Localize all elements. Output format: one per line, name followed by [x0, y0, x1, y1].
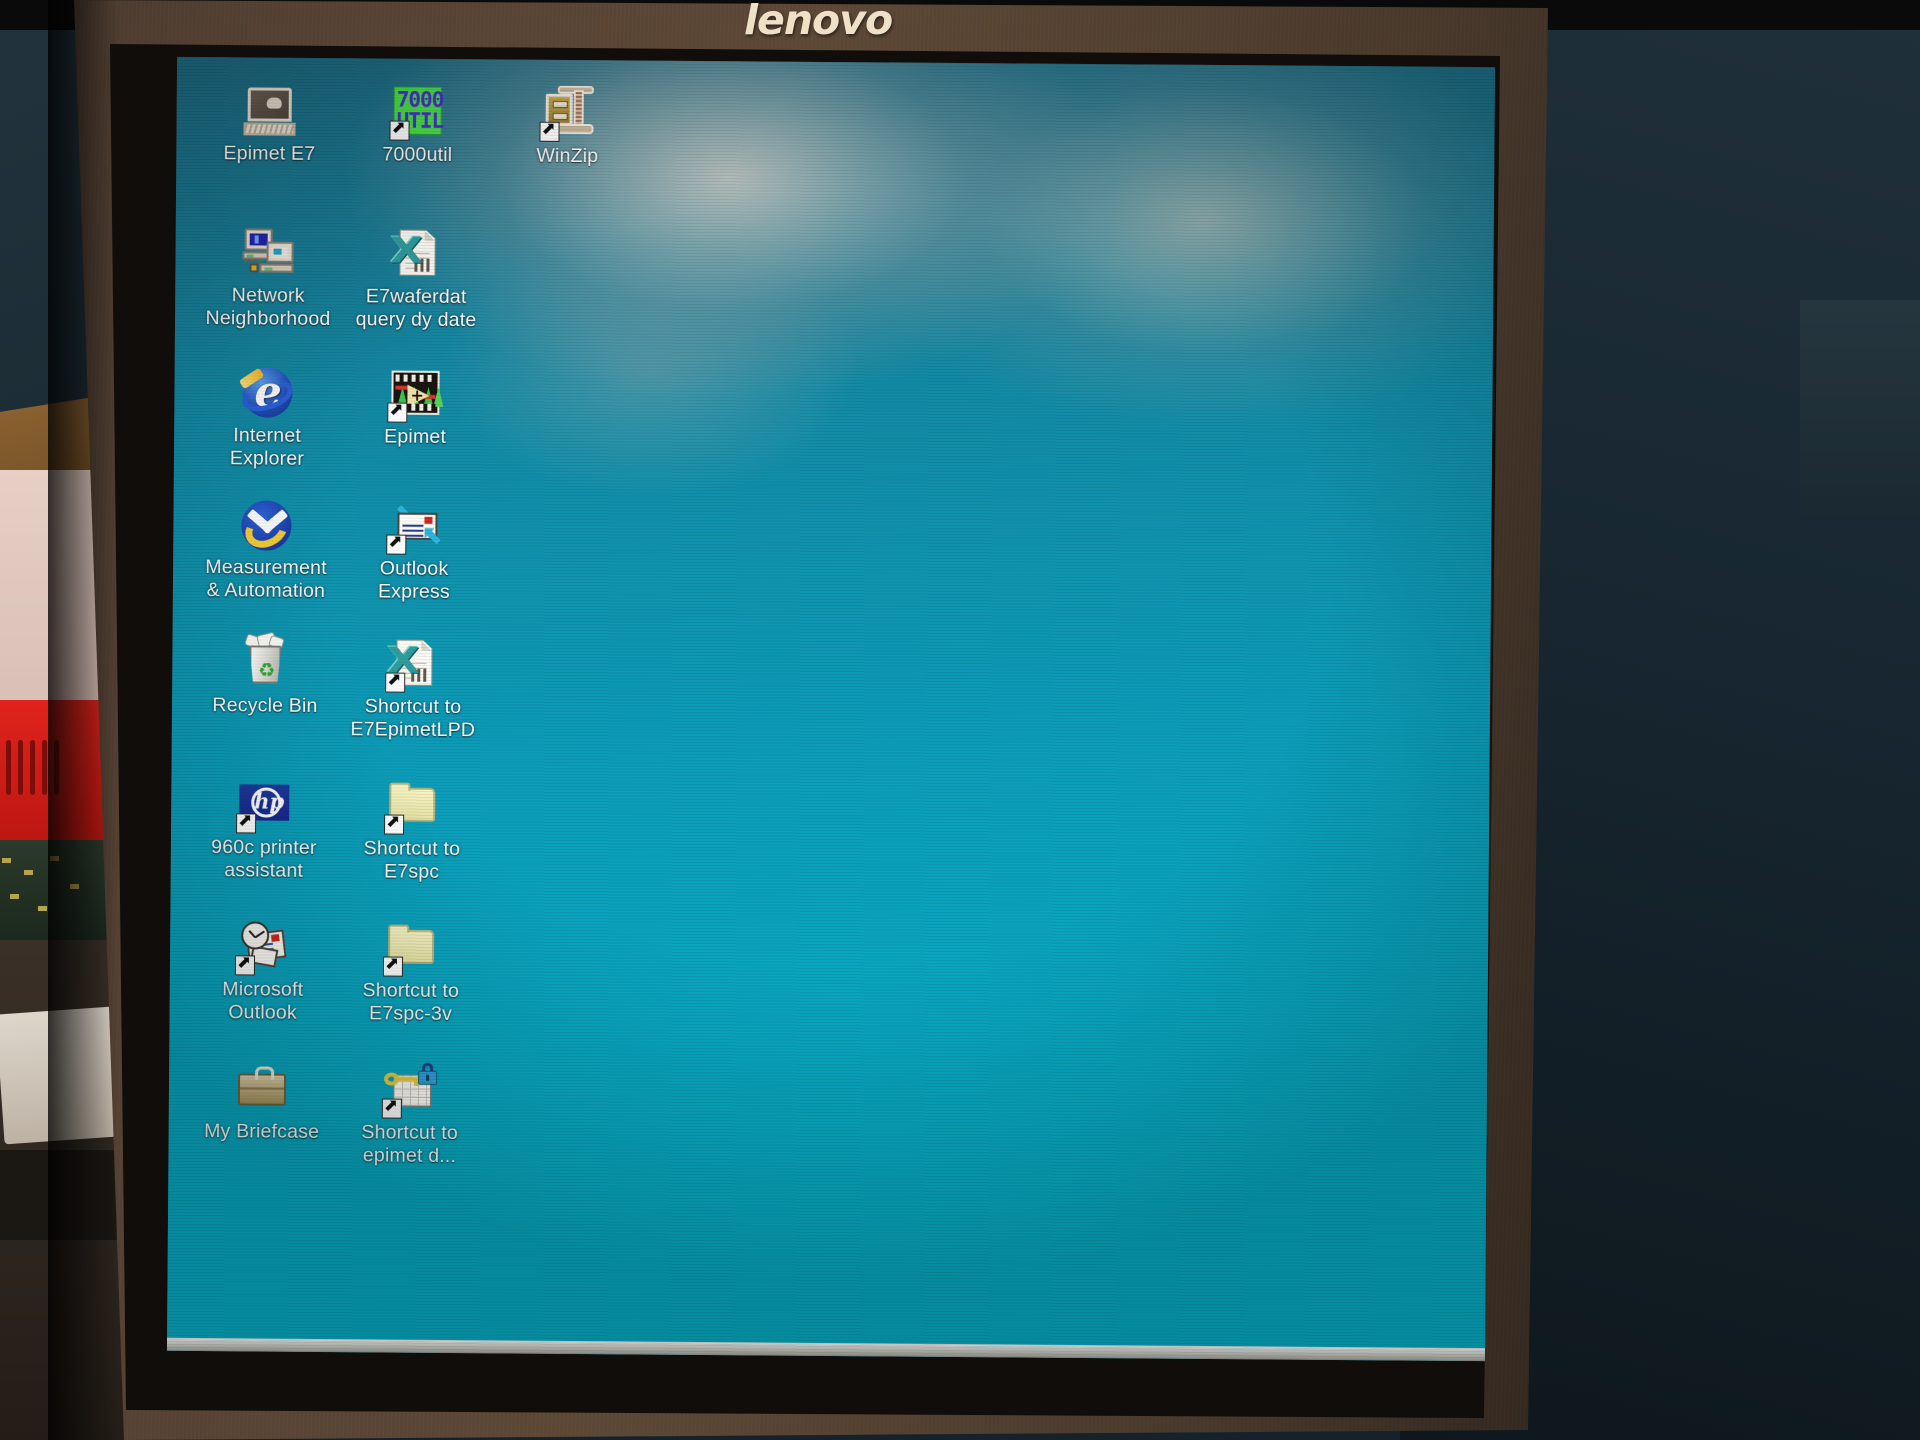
folder-icon [339, 770, 485, 835]
desktop-icon-label: E7waferdat query dy date [355, 285, 477, 332]
desktop-icon-measurement-automation[interactable]: Measurement & Automation [193, 489, 340, 603]
desktop-icon-label: My Briefcase [204, 1120, 320, 1143]
desktop-icon-label: Shortcut to E7spc-3v [362, 979, 460, 1026]
desktop-icon-outlook-express[interactable]: ⬊ ⬊OutlookExpress [341, 490, 488, 604]
lenovo-monitor: lenovo Epimet E7 7000UTIL7000util WinZip … [28, 0, 1548, 1440]
desktop-icon-label: Outlook Express [377, 557, 450, 604]
desktop-icon-epimet-e7[interactable]: Epimet E7 [196, 75, 343, 166]
desktop-icon-e7waferdat-query-dy-date[interactable]: X E7waferdat query dy date [343, 218, 490, 332]
desktop-icon-network-neighborhood[interactable]: Network Neighborhood [195, 217, 342, 331]
desktop-icon-label: Epimet E7 [223, 142, 316, 165]
desktop-icon-shortcut-to-e7spc-3v[interactable]: Shortcut toE7spc-3v [338, 912, 485, 1026]
shortcut-arrow-icon [384, 814, 405, 835]
lenovo-logo: lenovo [744, 0, 893, 44]
desktop-icon-shortcut-to-e7epimetlpd[interactable]: XShortcut toE7EpimetLPD [340, 628, 487, 742]
recycle-bin-icon: ♻ [192, 627, 338, 690]
folder-icon [338, 912, 484, 977]
shortcut-arrow-icon [236, 813, 257, 834]
microsoft-outlook-icon [190, 911, 336, 976]
shortcut-arrow-icon [382, 956, 404, 977]
desktop-icon-label: Measurement & Automation [205, 556, 327, 603]
desktop-icon-shortcut-to-e7spc[interactable]: Shortcut toE7spc [339, 770, 486, 884]
desktop-icon-recycle-bin[interactable]: ♻ Recycle Bin [192, 627, 339, 718]
winzip-cabinet-clamp-icon [494, 77, 640, 142]
computer-mouse-icon [196, 75, 342, 138]
7000util-green-tile-icon: 7000 UTIL [344, 76, 490, 141]
outlook-express-icon: ⬊ ⬊ [341, 490, 487, 555]
desktop-icon-shortcut-to-epimet-d[interactable]: Shortcut toepimet d... [336, 1054, 483, 1168]
desktop-icon-label: 7000util [382, 143, 453, 167]
network-neighborhood-icon [195, 217, 341, 280]
desktop-icon-internet-explorer[interactable]: e Internet Explorer [194, 357, 341, 471]
internet-explorer-icon: e [194, 357, 340, 420]
desktop-icon-960c-printer-assistant[interactable]: hp960c printerassistant [191, 769, 338, 883]
windows-desktop[interactable]: Epimet E7 7000UTIL7000util WinZip Network… [167, 57, 1495, 1361]
room-shelf [1800, 300, 1920, 520]
shortcut-arrow-icon [539, 121, 560, 142]
key-lock-grid-icon [337, 1054, 483, 1119]
shortcut-arrow-icon [389, 120, 410, 141]
desktop-icon-label: Microsoft Outlook [222, 978, 304, 1024]
desktop-icon-label: Shortcut to E7EpimetLPD [350, 695, 476, 742]
desktop-icon-my-briefcase[interactable]: My Briefcase [189, 1053, 336, 1144]
desktop-icon-winzip[interactable]: WinZip [494, 77, 641, 168]
hp-logo-icon: hp [191, 769, 337, 834]
ni-measurement-automation-icon [193, 489, 339, 555]
shortcut-arrow-icon [385, 672, 406, 693]
excel-document-icon: X [343, 218, 489, 281]
monitor-edge-shadow [48, 0, 118, 1440]
briefcase-icon [189, 1053, 335, 1116]
labview-vi-icon: + [342, 358, 488, 423]
desktop-icon-label: Recycle Bin [212, 694, 318, 717]
desktop-icon-microsoft-outlook[interactable]: MicrosoftOutlook [190, 911, 337, 1025]
lcd-screen: Epimet E7 7000UTIL7000util WinZip Network… [166, 56, 1496, 1362]
desktop-icon-label: WinZip [536, 144, 599, 168]
desktop-icon-label: Epimet [384, 425, 447, 448]
shortcut-arrow-icon [387, 402, 408, 423]
excel-document-icon: X [340, 628, 486, 693]
shortcut-arrow-icon [386, 534, 407, 555]
desktop-icon-label: 960c printer assistant [211, 836, 317, 882]
shortcut-arrow-icon [381, 1098, 402, 1119]
shortcut-arrow-icon [234, 955, 256, 976]
desktop-icon-7000util[interactable]: 7000UTIL7000util [344, 76, 491, 167]
desktop-icon-label: Network Neighborhood [205, 284, 331, 331]
desktop-icon-epimet[interactable]: + Epimet [342, 358, 489, 449]
desktop-icon-label: Shortcut to epimet d... [361, 1121, 458, 1168]
desktop-icon-label: Internet Explorer [229, 424, 305, 470]
desktop-icon-label: Shortcut to E7spc [363, 837, 461, 883]
